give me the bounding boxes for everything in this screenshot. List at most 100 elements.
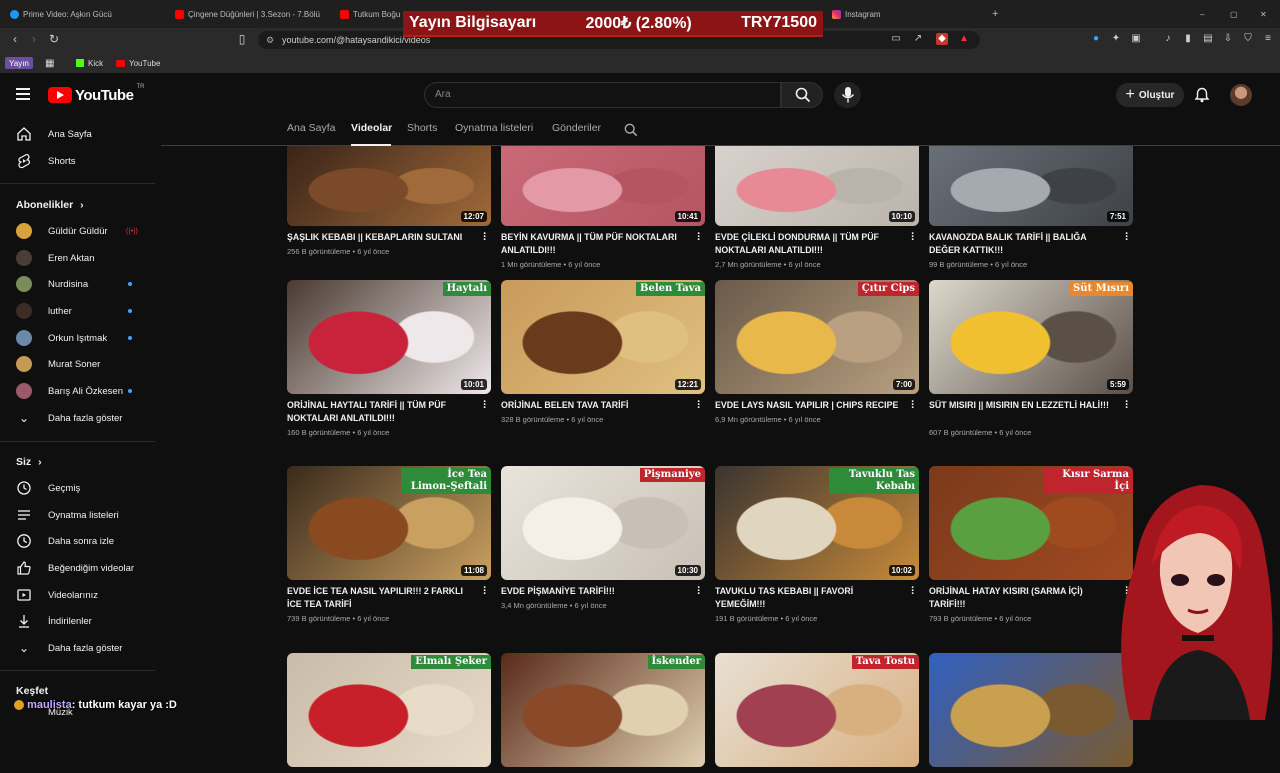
new-tab-button[interactable]: + xyxy=(992,4,1004,24)
video-card[interactable]: Pişmaniye 10:30 EVDE PİŞMANİYE TARİFİ!!! · ·… xyxy=(501,466,705,610)
video-thumbnail[interactable]: Pişmaniye 10:30 xyxy=(501,466,705,580)
more-actions-icon[interactable]: ··· xyxy=(909,583,917,600)
video-thumbnail[interactable]: Tava Tostu xyxy=(715,653,919,767)
browser-tab-1[interactable]: Prime Video: Aşkın Gücü xyxy=(10,4,168,24)
sidebar-icon[interactable]: ▮ xyxy=(1182,33,1194,45)
tab-home[interactable]: Ana Sayfa xyxy=(287,122,335,134)
more-actions-icon[interactable]: ··· xyxy=(909,229,917,246)
video-thumbnail[interactable]: İce Tea Limon-Şeftali 11:08 xyxy=(287,466,491,580)
sidebar-subscription[interactable]: Barış Ali Özkesen xyxy=(0,378,150,404)
more-actions-icon[interactable]: ··· xyxy=(481,397,489,414)
show-more-you[interactable]: ⌄ Daha fazla göster xyxy=(0,635,150,661)
sidebar-subscription[interactable]: luther xyxy=(0,298,150,324)
warning-icon[interactable]: ▲ xyxy=(958,33,970,45)
share-icon[interactable]: ↗ xyxy=(912,33,924,45)
download-icon[interactable]: ⇩ xyxy=(1222,33,1234,45)
video-thumbnail[interactable]: Çıtır Cips 7:00 xyxy=(715,280,919,394)
search-button[interactable] xyxy=(781,82,823,108)
more-actions-icon[interactable]: ··· xyxy=(481,583,489,600)
video-title[interactable]: EVDE İCE TEA NASIL YAPILIR!!! 2 FARKLI İ… xyxy=(287,585,473,611)
video-title[interactable]: EVDE LAYS NASIL YAPILIR | Chips Recipe xyxy=(715,399,901,412)
browser-tab-4[interactable]: Instagram xyxy=(832,4,972,24)
extension-icon[interactable]: ● xyxy=(1090,33,1102,45)
more-actions-icon[interactable]: ··· xyxy=(695,229,703,246)
video-title[interactable]: BEYİN KAVURMA || TÜM PÜF NOKTALARI ANLAT… xyxy=(501,231,687,257)
youtube-logo[interactable]: YouTube TR xyxy=(48,84,144,104)
sidebar-subscription[interactable]: Orkun Işıtmak xyxy=(0,325,150,351)
video-card[interactable]: 12:07 ŞAŞLIK KEBABI || KEBAPLARIN SULTANI… xyxy=(287,146,491,266)
shield-icon[interactable]: ◆ xyxy=(936,33,948,45)
back-icon[interactable]: ‹ xyxy=(8,32,22,46)
video-card[interactable]: Tavuklu Tas Kebabı 10:02 TAVUKLU TAS KEBAB… xyxy=(715,466,919,623)
bookmark-kick[interactable]: Kick xyxy=(76,57,103,69)
tab-videos[interactable]: Videolar xyxy=(351,122,392,134)
forward-icon[interactable]: › xyxy=(27,32,41,46)
apps-icon[interactable]: ▦ xyxy=(45,57,54,69)
video-thumbnail[interactable]: Belen Tava 12:21 xyxy=(501,280,705,394)
video-card[interactable]: 7:51 KAVANOZDA BALIK TARİFİ || BALIĞA DEĞ… xyxy=(929,146,1133,269)
more-actions-icon[interactable]: ··· xyxy=(1123,397,1131,414)
more-actions-icon[interactable]: ··· xyxy=(909,397,917,414)
video-title[interactable]: EVDE ÇİLEKLİ DONDURMA || TÜM PÜF NOKTALA… xyxy=(715,231,901,257)
channel-search-icon[interactable] xyxy=(624,123,638,137)
video-thumbnail[interactable]: Elmalı Şeker xyxy=(287,653,491,767)
video-thumbnail[interactable]: Tavuklu Tas Kebabı 10:02 xyxy=(715,466,919,580)
sidebar-item-playlists[interactable]: Oynatma listeleri xyxy=(0,502,150,528)
sidebar-subscription[interactable]: Nurdisina xyxy=(0,271,150,297)
sidebar-item-home[interactable]: Ana Sayfa xyxy=(0,121,150,147)
sidebar-item-watch-later[interactable]: Daha sonra izle xyxy=(0,528,150,554)
bookmark-icon[interactable]: ▯ xyxy=(235,32,249,46)
create-button[interactable]: + Oluştur xyxy=(1116,83,1184,107)
video-title[interactable]: EVDE PİŞMANİYE TARİFİ!!! xyxy=(501,585,687,598)
video-title[interactable]: ORİJİNAL BELEN TAVA TARİFİ xyxy=(501,399,687,412)
video-card[interactable]: Belen Tava 12:21 ORİJİNAL BELEN TAVA TARİF… xyxy=(501,280,705,424)
tab-shorts[interactable]: Shorts xyxy=(407,122,437,134)
video-card[interactable]: 10:41 BEYİN KAVURMA || TÜM PÜF NOKTALARI … xyxy=(501,146,705,269)
notifications-button[interactable] xyxy=(1194,87,1210,103)
site-info-icon[interactable]: ⚙ xyxy=(266,31,274,49)
video-title[interactable]: TAVUKLU TAS KEBABI || FAVORİ YEMEĞİM!!! xyxy=(715,585,901,611)
sidebar-item-shorts[interactable]: Shorts xyxy=(0,148,150,174)
video-card[interactable]: İskender xyxy=(501,653,705,773)
maximize-button[interactable]: ▢ xyxy=(1230,4,1240,24)
more-actions-icon[interactable]: ··· xyxy=(695,583,703,600)
video-card[interactable]: Çıtır Cips 7:00 EVDE LAYS NASIL YAPILIR | … xyxy=(715,280,919,424)
subscriptions-heading[interactable]: Abonelikler › xyxy=(16,199,84,211)
video-card[interactable]: Elmalı Şeker xyxy=(287,653,491,773)
close-window-button[interactable]: ✕ xyxy=(1260,4,1270,24)
more-actions-icon[interactable]: ··· xyxy=(695,397,703,414)
video-card[interactable]: İce Tea Limon-Şeftali 11:08 EVDE İCE TEA N… xyxy=(287,466,491,623)
video-title[interactable]: ŞAŞLIK KEBABI || KEBAPLARIN SULTANI xyxy=(287,231,473,244)
show-more-subscriptions[interactable]: ⌄ Daha fazla göster xyxy=(0,405,150,431)
tab-playlists[interactable]: Oynatma listeleri xyxy=(455,122,533,134)
video-title[interactable]: SÜT MISIRI || MISIRIN EN LEZZETLİ HALİ!!… xyxy=(929,399,1115,412)
account-avatar[interactable] xyxy=(1230,84,1252,106)
more-actions-icon[interactable]: ··· xyxy=(481,229,489,246)
video-thumbnail[interactable]: 10:10 xyxy=(715,146,919,226)
browser-tab-3[interactable]: Tutkum Boğu xyxy=(340,4,402,24)
puzzle-icon[interactable]: ✦ xyxy=(1110,33,1122,45)
video-thumbnail[interactable]: 10:41 xyxy=(501,146,705,226)
you-heading[interactable]: Siz › xyxy=(16,456,42,468)
camera-icon[interactable]: ▣ xyxy=(1130,33,1142,45)
video-thumbnail[interactable]: Süt Mısırı 5:59 xyxy=(929,280,1133,394)
wallet-icon[interactable]: ▤ xyxy=(1202,33,1214,45)
reload-icon[interactable]: ↻ xyxy=(47,32,61,46)
video-card[interactable]: Tava Tostu xyxy=(715,653,919,773)
browser-tab-2[interactable]: Çingene Düğünleri | 3.Sezon - 7.Bölü xyxy=(175,4,325,24)
bookmark-youtube[interactable]: YouTube xyxy=(116,57,160,69)
voice-search-button[interactable] xyxy=(834,82,861,108)
video-title[interactable]: ORİJİNAL HAYTALI TARİFİ || TÜM PÜF NOKTA… xyxy=(287,399,473,425)
bookmark-yayin[interactable]: Yayın xyxy=(5,57,33,69)
sidebar-subscription[interactable]: Murat Soner xyxy=(0,351,150,377)
video-card[interactable]: Süt Mısırı 5:59 SÜT MISIRI || MISIRIN EN L… xyxy=(929,280,1133,437)
sidebar-subscription[interactable]: Güldür Güldür ((•)) xyxy=(0,218,150,244)
hamburger-menu-icon[interactable] xyxy=(16,87,32,101)
sidebar-item-your-videos[interactable]: Videolarınız xyxy=(0,582,150,608)
more-actions-icon[interactable]: ··· xyxy=(1123,229,1131,246)
sidebar-item-history[interactable]: Geçmiş xyxy=(0,475,150,501)
video-title[interactable]: ORİJİNAL HATAY KISIRI (SARMA İÇİ) TARİFİ… xyxy=(929,585,1115,611)
sidebar-subscription[interactable]: Eren Aktan xyxy=(0,245,150,271)
minimize-button[interactable]: – xyxy=(1200,4,1210,24)
video-thumbnail[interactable]: İskender xyxy=(501,653,705,767)
